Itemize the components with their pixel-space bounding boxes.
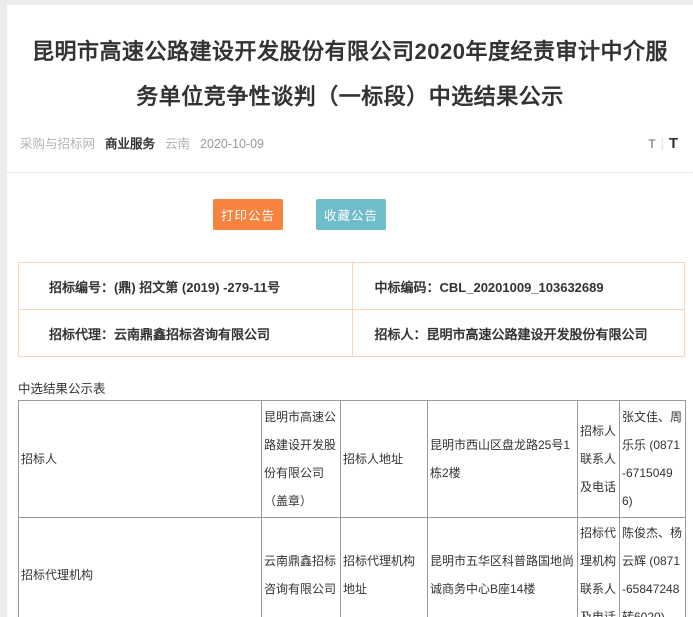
- tenderee-contact-label-cell: 招标人联系人及电话: [578, 401, 620, 518]
- tenderee-address-value-cell: 昆明市西山区盘龙路25号1栋2楼: [428, 401, 578, 518]
- font-size-small-toggle[interactable]: T: [648, 137, 655, 151]
- table-row-agency: 招标代理机构 云南鼎鑫招标咨询有限公司 招标代理机构地址 昆明市五华区科普路国地…: [19, 518, 686, 617]
- agency-address-value-cell: 昆明市五华区科普路国地尚诚商务中心B座14楼: [428, 518, 578, 617]
- tenderee-name-cell: 昆明市高速公路建设开发股份有限公司 （盖章）: [262, 401, 341, 518]
- info-row: 招标代理：云南鼎鑫招标咨询有限公司 招标人：昆明市高速公路建设开发股份有限公司: [19, 309, 684, 356]
- action-buttons-row: 打印公告 收藏公告: [7, 199, 693, 225]
- source-site-link[interactable]: 采购与招标网: [20, 133, 95, 152]
- favorite-announcement-button[interactable]: 收藏公告: [316, 199, 386, 230]
- winning-code-cell: 中标编码：CBL_20201009_103632689: [352, 263, 685, 309]
- meta-bar: 采购与招标网 商业服务 云南 2020-10-09 T | T: [20, 133, 678, 152]
- table-row-tenderee: 招标人 昆明市高速公路建设开发股份有限公司 （盖章） 招标人地址 昆明市西山区盘…: [19, 401, 686, 518]
- tender-number-value: (鼎) 招文第 (2019) -279-11号: [114, 280, 280, 295]
- agency-row-label-cell: 招标代理机构: [19, 518, 262, 617]
- tenderee-cell: 招标人：昆明市高速公路建设开发股份有限公司: [352, 310, 685, 356]
- font-toggle-divider: |: [661, 137, 664, 151]
- tender-number-cell: 招标编号：(鼎) 招文第 (2019) -279-11号: [19, 263, 352, 309]
- agency-address-label-cell: 招标代理机构地址: [341, 518, 428, 617]
- dotted-divider: [7, 172, 693, 173]
- tender-agent-cell: 招标代理：云南鼎鑫招标咨询有限公司: [19, 310, 352, 356]
- tender-agent-value: 云南鼎鑫招标咨询有限公司: [114, 327, 270, 342]
- tender-agent-label: 招标代理：: [49, 327, 114, 342]
- winning-code-value: CBL_20201009_103632689: [440, 280, 604, 295]
- tender-number-label: 招标编号：: [49, 280, 114, 295]
- tenderee-contact-value-cell: 张文佳、周乐乐 (0871-67150496): [620, 401, 686, 518]
- tenderee-address-label-cell: 招标人地址: [341, 401, 428, 518]
- region-link[interactable]: 云南: [165, 133, 190, 152]
- tender-info-box: 招标编号：(鼎) 招文第 (2019) -279-11号 中标编码：CBL_20…: [18, 262, 685, 357]
- result-table-caption: 中选结果公示表: [18, 378, 693, 393]
- agency-contact-label-cell: 招标代理机构联系人及电话: [578, 518, 620, 617]
- category-link[interactable]: 商业服务: [105, 133, 155, 152]
- publish-date: 2020-10-09: [200, 137, 264, 151]
- page-title: 昆明市高速公路建设开发股份有限公司2020年度经责审计中介服务单位竞争性谈判（一…: [29, 29, 671, 119]
- agency-name-cell: 云南鼎鑫招标咨询有限公司: [262, 518, 341, 617]
- print-announcement-button[interactable]: 打印公告: [213, 199, 283, 230]
- info-row: 招标编号：(鼎) 招文第 (2019) -279-11号 中标编码：CBL_20…: [19, 263, 684, 309]
- font-size-large-toggle[interactable]: T: [669, 135, 678, 152]
- tenderee-value: 昆明市高速公路建设开发股份有限公司: [427, 327, 648, 342]
- tenderee-row-label-cell: 招标人: [19, 401, 262, 518]
- result-table: 招标人 昆明市高速公路建设开发股份有限公司 （盖章） 招标人地址 昆明市西山区盘…: [18, 400, 686, 617]
- winning-code-label: 中标编码：: [375, 280, 440, 295]
- agency-contact-value-cell: 陈俊杰、杨云辉 (0871-65847248转6020): [620, 518, 686, 617]
- announcement-card: 昆明市高速公路建设开发股份有限公司2020年度经责审计中介服务单位竞争性谈判（一…: [7, 5, 693, 617]
- page-background: { "page": { "title": "昆明市高速公路建设开发股份有限公司2…: [0, 0, 693, 617]
- tenderee-label: 招标人：: [375, 327, 427, 342]
